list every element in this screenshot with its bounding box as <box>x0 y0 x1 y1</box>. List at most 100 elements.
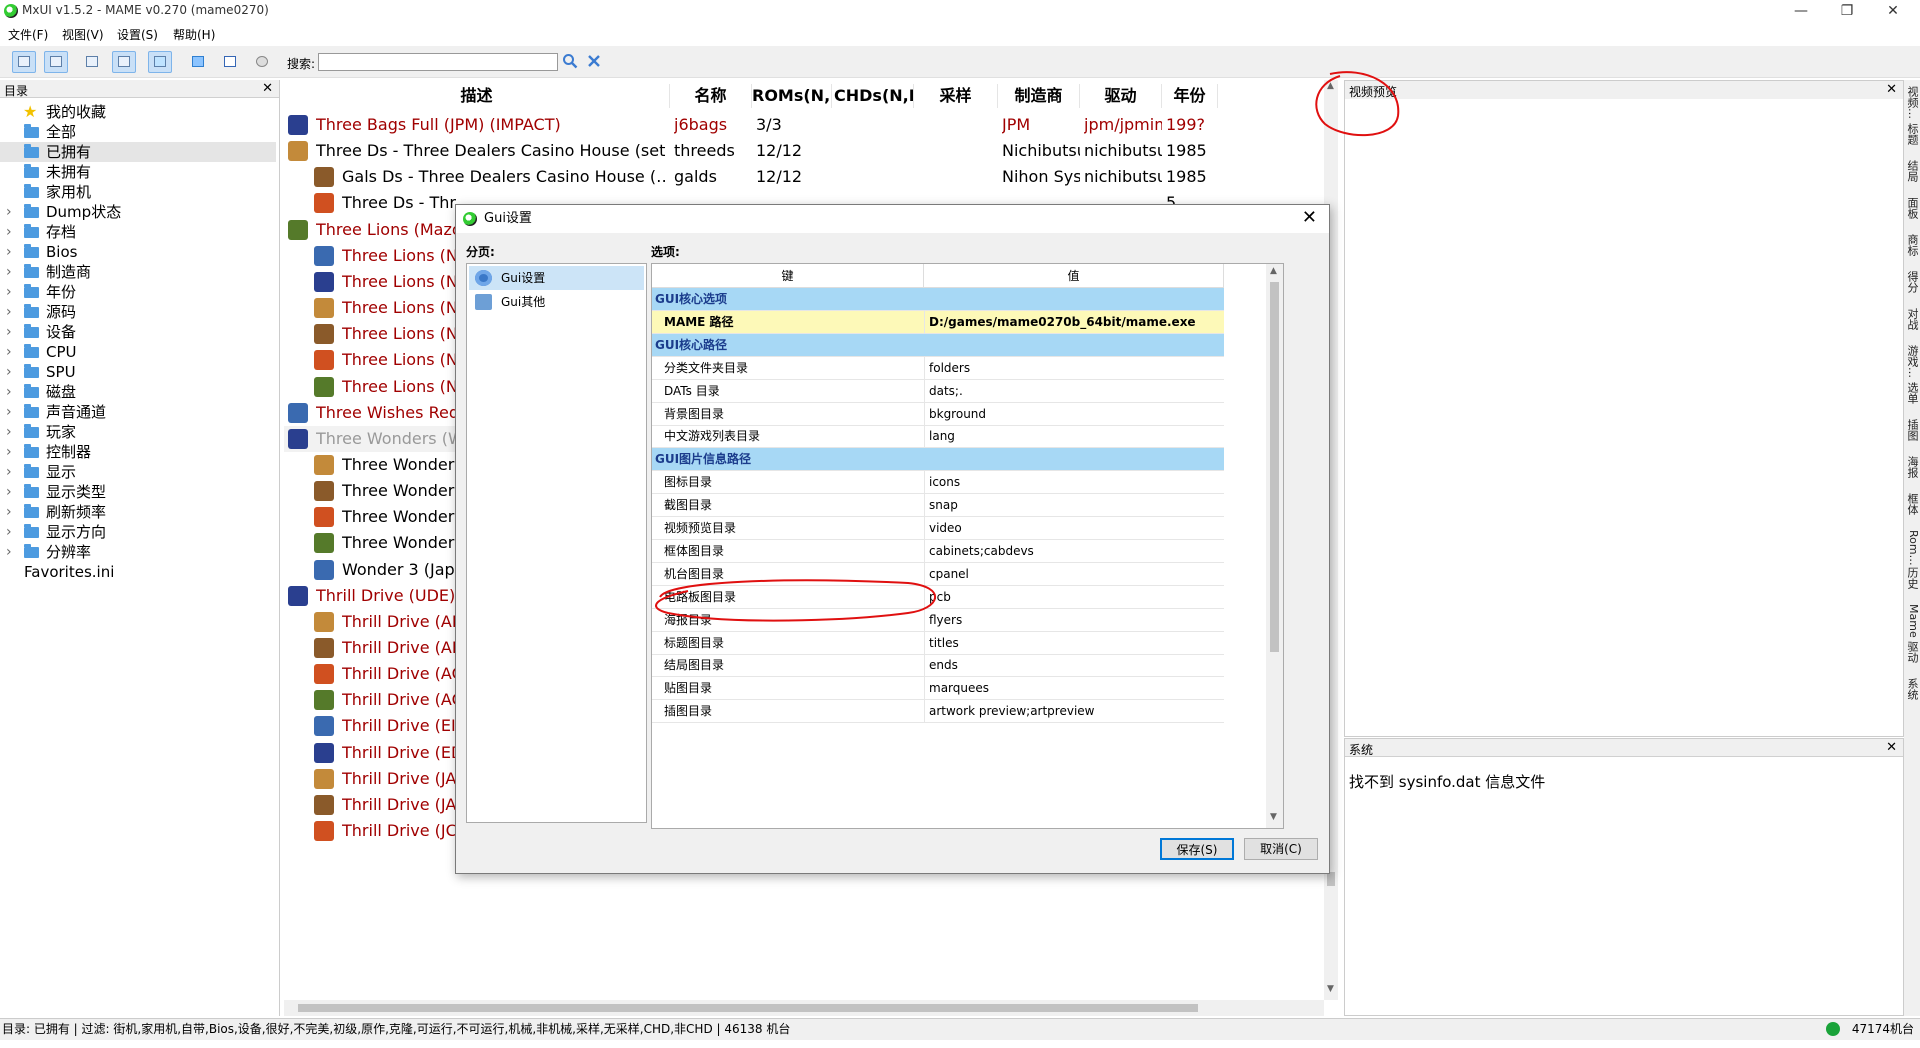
cancel-button[interactable]: 取消(C) <box>1244 838 1318 860</box>
expand-arrow-icon[interactable]: › <box>6 482 12 502</box>
table-row[interactable]: Three Bags Full (JPM) (IMPACT) j6bags 3/3 J… <box>284 112 1324 138</box>
tree-item[interactable]: › 显示 <box>0 462 276 482</box>
tree-item[interactable]: › 分辨率 <box>0 542 276 562</box>
tree-item[interactable]: › 制造商 <box>0 262 276 282</box>
menu-help[interactable]: 帮助(H) <box>173 26 215 43</box>
option-value[interactable]: icons <box>924 471 960 495</box>
side-tab[interactable]: 标题 <box>1906 123 1920 145</box>
tree-item[interactable]: › 源码 <box>0 302 276 322</box>
option-value[interactable]: cabinets;cabdevs <box>924 539 1034 563</box>
view-icons-button[interactable] <box>44 51 68 73</box>
expand-arrow-icon[interactable]: › <box>6 282 12 302</box>
expand-arrow-icon[interactable]: › <box>6 302 12 322</box>
options-row[interactable]: DATs 目录 dats;. <box>652 379 1224 403</box>
expand-arrow-icon[interactable]: › <box>6 502 12 522</box>
tree-item[interactable]: › 年份 <box>0 282 276 302</box>
column-header-key[interactable]: 键 <box>652 264 924 288</box>
search-icon[interactable] <box>562 53 578 69</box>
side-tab[interactable]: 结局 <box>1906 160 1920 182</box>
expand-arrow-icon[interactable]: › <box>6 422 12 442</box>
close-icon[interactable]: ✕ <box>262 81 273 96</box>
expand-arrow-icon[interactable]: › <box>6 322 12 342</box>
side-tab[interactable]: 游戏… <box>1906 345 1920 378</box>
option-value[interactable]: bkground <box>924 402 986 426</box>
close-window-button[interactable]: ✕ <box>1870 0 1916 22</box>
tree-item[interactable]: › 磁盘 <box>0 382 276 402</box>
side-tab[interactable]: 商标 <box>1906 234 1920 256</box>
tree-item[interactable]: › 存档 <box>0 222 276 242</box>
side-tab[interactable]: 历史 <box>1906 567 1920 589</box>
options-row[interactable]: 结局图目录 ends <box>652 654 1224 678</box>
option-value[interactable]: lang <box>924 425 955 449</box>
view-list-button[interactable] <box>12 51 36 73</box>
side-tab[interactable]: 对战 <box>1906 308 1920 330</box>
menu-view[interactable]: 视图(V) <box>62 26 104 43</box>
restore-button[interactable]: ❐ <box>1824 0 1870 22</box>
options-row[interactable]: 背景图目录 bkground <box>652 402 1224 426</box>
filter-icon[interactable] <box>186 51 210 73</box>
dialog-close-button[interactable]: ✕ <box>1302 207 1317 229</box>
options-scrollbar[interactable]: ▲ ▼ <box>1266 264 1283 828</box>
option-value[interactable]: snap <box>924 494 958 518</box>
option-value[interactable]: ends <box>924 654 958 678</box>
search-input[interactable] <box>318 53 558 71</box>
language-button[interactable] <box>148 51 172 73</box>
page-item[interactable]: Gui其他 <box>469 290 644 314</box>
column-header[interactable]: 驱动 <box>1080 84 1162 108</box>
side-tab[interactable]: 海报 <box>1906 456 1920 478</box>
expand-arrow-icon[interactable]: › <box>6 242 12 262</box>
expand-arrow-icon[interactable]: › <box>6 542 12 562</box>
side-tab[interactable]: 系统 <box>1906 678 1920 700</box>
tree-item[interactable]: › 显示类型 <box>0 482 276 502</box>
tree-item[interactable]: › 玩家 <box>0 422 276 442</box>
option-value[interactable]: folders <box>924 356 970 380</box>
column-header-value[interactable]: 值 <box>924 264 1224 288</box>
close-icon[interactable]: ✕ <box>1886 82 1897 97</box>
column-header[interactable]: ROMs(N,B,G <box>752 84 832 108</box>
expand-arrow-icon[interactable]: › <box>6 362 12 382</box>
column-header[interactable]: 年份 <box>1162 84 1218 108</box>
option-value[interactable]: video <box>924 517 962 540</box>
expand-arrow-icon[interactable]: › <box>6 522 12 542</box>
options-row[interactable]: MAME 路径 D:/games/mame0270b_64bit/mame.exe <box>652 310 1224 334</box>
side-tab[interactable]: Mame <box>1906 604 1920 638</box>
expand-arrow-icon[interactable]: › <box>6 462 12 482</box>
tree-item[interactable]: ★ 我的收藏 <box>0 102 276 122</box>
tree-item[interactable]: › Bios <box>0 242 276 262</box>
options-row[interactable]: 分类文件夹目录 folders <box>652 356 1224 380</box>
expand-arrow-icon[interactable]: › <box>6 222 12 242</box>
view-panel-button[interactable] <box>112 51 136 73</box>
tree-item[interactable]: 全部 <box>0 122 276 142</box>
options-row[interactable]: 中文游戏列表目录 lang <box>652 425 1224 449</box>
tree-item[interactable]: › 控制器 <box>0 442 276 462</box>
expand-arrow-icon[interactable]: › <box>6 262 12 282</box>
table-row[interactable]: Three Ds - Three Dealers Casino House (s… <box>284 138 1324 164</box>
view-tree-button[interactable] <box>80 51 104 73</box>
side-tab[interactable]: 驱动 <box>1906 641 1920 663</box>
option-value[interactable]: dats;. <box>924 379 963 403</box>
side-tab[interactable]: 视频… <box>1906 86 1920 119</box>
close-icon[interactable]: ✕ <box>1886 740 1897 755</box>
side-tab[interactable]: 面板 <box>1906 197 1920 219</box>
minimize-button[interactable]: — <box>1778 0 1824 22</box>
side-tab[interactable]: 得分 <box>1906 271 1920 293</box>
tree-item[interactable]: › 设备 <box>0 322 276 342</box>
tree-item[interactable]: › 刷新频率 <box>0 502 276 522</box>
options-row[interactable]: 截图目录 snap <box>652 494 1224 518</box>
clear-search-icon[interactable] <box>586 53 602 69</box>
tree-item[interactable]: 未拥有 <box>0 162 276 182</box>
menu-settings[interactable]: 设置(S) <box>117 26 158 43</box>
tree-item[interactable]: › SPU <box>0 362 276 382</box>
page-item[interactable]: Gui设置 <box>469 266 644 290</box>
expand-arrow-icon[interactable]: › <box>6 382 12 402</box>
options-row[interactable]: 插图目录 artwork preview;artpreview <box>652 700 1224 724</box>
side-tab[interactable]: 框体 <box>1906 493 1920 515</box>
column-header[interactable]: 采样 <box>914 84 998 108</box>
option-value[interactable]: artwork preview;artpreview <box>924 700 1095 724</box>
tree-item[interactable]: Favorites.ini <box>0 562 276 582</box>
expand-arrow-icon[interactable]: › <box>6 442 12 462</box>
expand-arrow-icon[interactable]: › <box>6 342 12 362</box>
column-header[interactable]: 制造商 <box>998 84 1080 108</box>
options-row[interactable]: 贴图目录 marquees <box>652 677 1224 701</box>
option-value[interactable]: D:/games/mame0270b_64bit/mame.exe <box>924 310 1196 334</box>
